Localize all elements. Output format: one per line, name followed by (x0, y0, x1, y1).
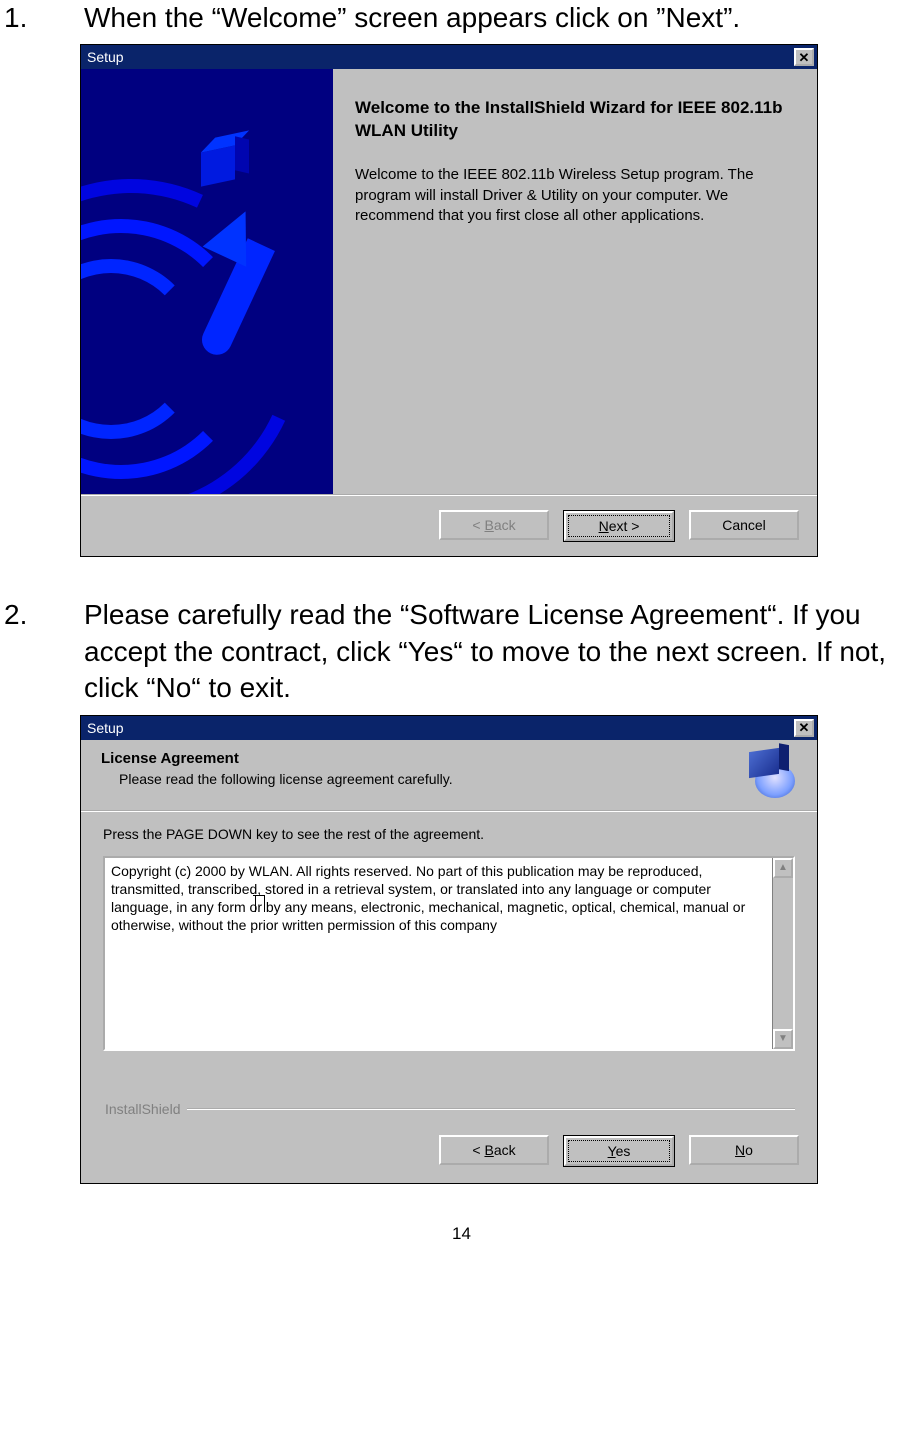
license-text: Copyright (c) 2000 by WLAN. All rights r… (105, 858, 772, 1049)
text-cursor-icon: r (257, 898, 262, 916)
no-button-label: No (735, 1142, 753, 1158)
window-title: Setup (87, 720, 124, 736)
page-down-hint: Press the PAGE DOWN key to see the rest … (103, 826, 795, 842)
cancel-button-label: Cancel (722, 517, 766, 533)
back-button-label: < Back (472, 1142, 515, 1158)
step-2-text: Please carefully read the “Software Lice… (84, 597, 923, 706)
cancel-button[interactable]: Cancel (689, 510, 799, 540)
license-subtitle: Please read the following license agreem… (119, 771, 739, 787)
step-2-number: 2. (0, 597, 84, 633)
welcome-body: Welcome to the InstallShield Wizard for … (81, 69, 817, 494)
no-button[interactable]: No (689, 1135, 799, 1165)
step-1: 1. When the “Welcome” screen appears cli… (0, 0, 923, 36)
next-button[interactable]: Next > (563, 510, 675, 542)
scroll-down-button[interactable]: ▼ (773, 1029, 793, 1049)
wizard-sidebar-graphic (81, 69, 333, 494)
screenshot-1: Setup ✕ Welcome to the InstallShield Wiz… (80, 44, 923, 557)
screenshot-2: Setup ✕ License Agreement Please read th… (80, 715, 923, 1184)
scrollbar[interactable]: ▲ ▼ (772, 858, 793, 1049)
step-2: 2. Please carefully read the “Software L… (0, 597, 923, 706)
license-title: License Agreement (101, 750, 739, 767)
divider (187, 1108, 796, 1110)
scroll-up-button[interactable]: ▲ (773, 858, 793, 878)
installshield-text: InstallShield (105, 1101, 181, 1117)
titlebar: Setup ✕ (81, 716, 817, 740)
license-text-box[interactable]: Copyright (c) 2000 by WLAN. All rights r… (103, 856, 795, 1051)
yes-button[interactable]: Yes (563, 1135, 675, 1167)
setup-window-license: Setup ✕ License Agreement Please read th… (80, 715, 818, 1184)
button-bar: < Back Yes No (81, 1123, 817, 1183)
back-button[interactable]: < Back (439, 1135, 549, 1165)
step-1-number: 1. (0, 0, 84, 36)
welcome-heading: Welcome to the InstallShield Wizard for … (355, 97, 795, 143)
license-body: Press the PAGE DOWN key to see the rest … (81, 812, 817, 1123)
back-button-label: < Back (472, 517, 515, 533)
window-title: Setup (87, 49, 124, 65)
installshield-icon (749, 750, 803, 800)
welcome-paragraph: Welcome to the IEEE 802.11b Wireless Set… (355, 165, 795, 226)
titlebar: Setup ✕ (81, 45, 817, 69)
setup-window-welcome: Setup ✕ Welcome to the InstallShield Wiz… (80, 44, 818, 557)
step-1-text: When the “Welcome” screen appears click … (84, 0, 923, 36)
license-header: License Agreement Please read the follow… (81, 740, 817, 812)
back-button[interactable]: < Back (439, 510, 549, 540)
button-bar: < Back Next > Cancel (81, 494, 817, 556)
close-button[interactable]: ✕ (794, 719, 814, 737)
yes-button-label: Yes (608, 1143, 631, 1159)
next-button-label: Next > (599, 518, 640, 534)
welcome-content: Welcome to the InstallShield Wizard for … (333, 69, 817, 494)
close-icon: ✕ (799, 721, 810, 734)
page-number: 14 (0, 1224, 923, 1244)
document-page: 1. When the “Welcome” screen appears cli… (0, 0, 923, 1274)
close-button[interactable]: ✕ (794, 48, 814, 66)
installshield-label: InstallShield (103, 1101, 795, 1117)
close-icon: ✕ (799, 51, 810, 64)
